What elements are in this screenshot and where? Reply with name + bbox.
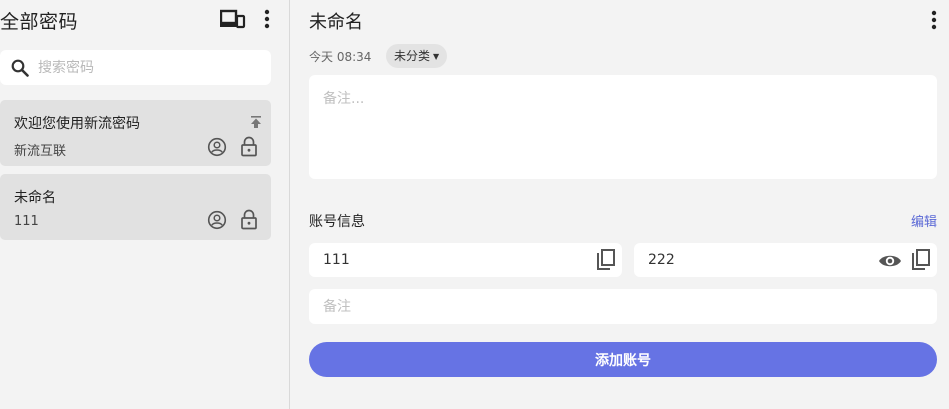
- account-section-title: 账号信息: [309, 214, 365, 230]
- lock-icon: [240, 209, 258, 234]
- copy-icon[interactable]: [596, 249, 616, 276]
- caret-down-icon: ▼: [433, 52, 440, 61]
- username-field[interactable]: 111: [309, 243, 622, 277]
- detail-panel: 未命名 今天 08:34 未分类▼ 账号信息 编辑 111 222: [291, 0, 949, 409]
- copy-icon[interactable]: [911, 249, 931, 276]
- category-label: 未分类: [394, 49, 431, 63]
- search-box: [0, 50, 271, 85]
- add-account-button[interactable]: 添加账号: [309, 342, 937, 377]
- lock-icon: [240, 136, 258, 161]
- more-vert-icon[interactable]: [262, 9, 272, 29]
- modified-date: 今天 08:34: [309, 50, 372, 64]
- sidebar-title: 全部密码: [0, 11, 79, 33]
- entry-subtitle: 新流互联: [14, 144, 67, 159]
- entry-subtitle: 111: [14, 214, 39, 229]
- eye-icon[interactable]: [878, 253, 902, 273]
- category-dropdown[interactable]: 未分类 ▼: [386, 44, 448, 68]
- more-vert-icon[interactable]: [929, 10, 939, 30]
- page-title[interactable]: 未命名: [309, 8, 363, 34]
- sidebar: 全部密码 欢迎您使用新流密码 新流互联: [0, 0, 290, 409]
- search-icon: [11, 59, 29, 81]
- devices-icon[interactable]: [220, 9, 246, 29]
- account-circle-icon: [207, 137, 227, 161]
- sidebar-header: 全部密码: [0, 0, 290, 40]
- account-circle-icon: [207, 210, 227, 234]
- search-input[interactable]: [38, 50, 263, 85]
- entry-title: 欢迎您使用新流密码: [14, 116, 140, 132]
- note-textarea[interactable]: [309, 75, 937, 179]
- edit-link[interactable]: 编辑: [911, 211, 937, 230]
- list-item-welcome[interactable]: 欢迎您使用新流密码 新流互联: [0, 100, 271, 166]
- username-value: 111: [323, 252, 350, 268]
- list-item-unnamed[interactable]: 未命名 111: [0, 174, 271, 240]
- password-field[interactable]: 222: [634, 243, 937, 277]
- pin-upload-icon[interactable]: [250, 114, 262, 133]
- password-value: 222: [648, 252, 675, 268]
- entry-title: 未命名: [14, 190, 56, 206]
- account-note-input[interactable]: [309, 289, 937, 324]
